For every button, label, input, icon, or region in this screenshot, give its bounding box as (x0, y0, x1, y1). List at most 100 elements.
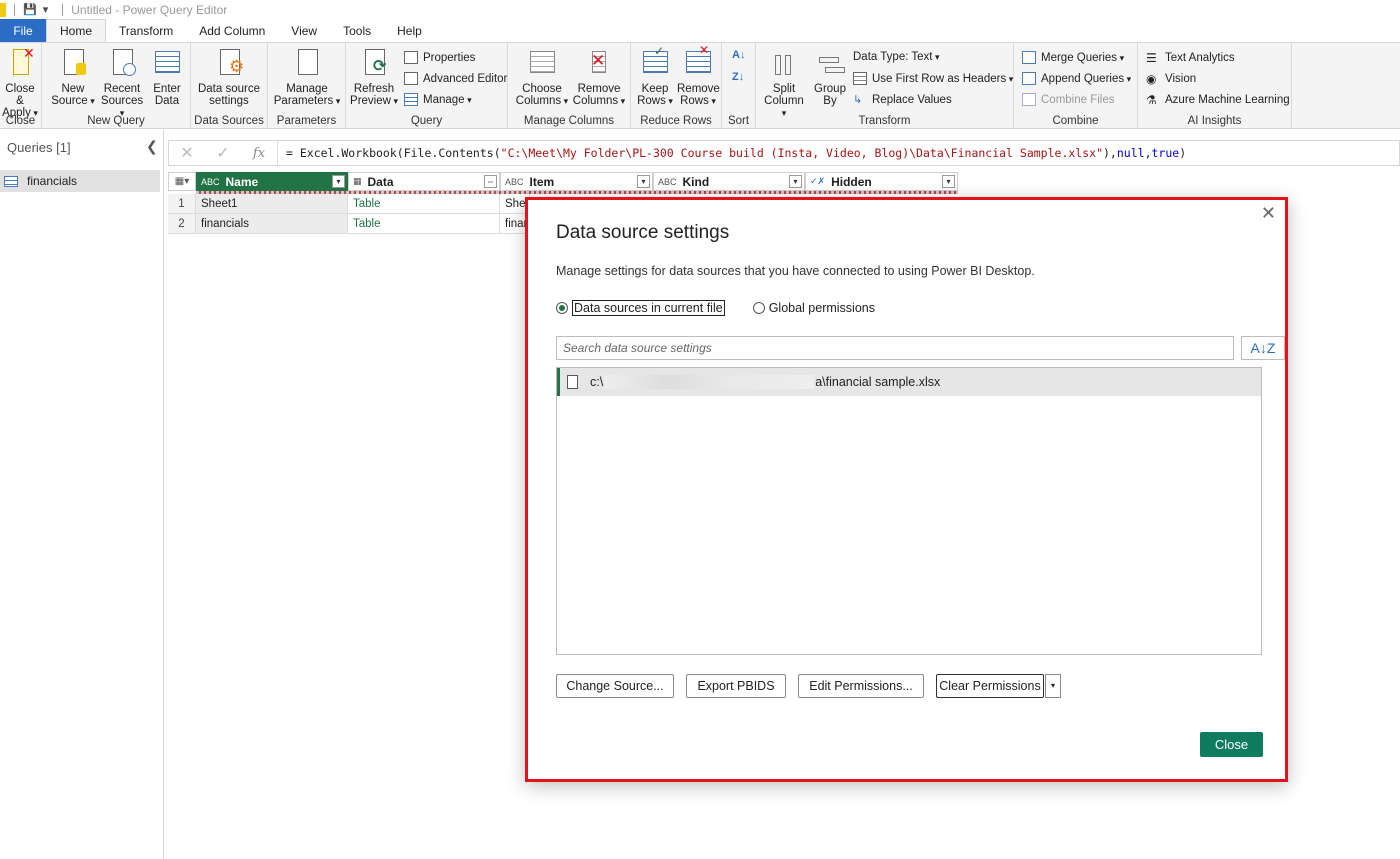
split-column-icon (769, 47, 799, 79)
split-column-button[interactable]: Split Column (762, 47, 806, 119)
export-pbids-button[interactable]: Export PBIDS (686, 674, 786, 698)
clear-permissions-dropdown[interactable]: ▾ (1045, 674, 1061, 698)
data-type-dropdown[interactable]: Data Type: Text (853, 51, 940, 63)
flask-icon: ⚗ (1146, 93, 1157, 107)
radio-global-permissions[interactable] (752, 302, 765, 314)
recent-sources-button[interactable]: Recent Sources (98, 47, 146, 119)
tab-home[interactable]: Home (46, 19, 107, 42)
column-filter-dropdown[interactable]: ▾ (332, 175, 345, 188)
column-filter-dropdown[interactable]: ▾ (637, 175, 650, 188)
parameters-group: Manage Parameters Parameters (268, 43, 346, 129)
sort-button[interactable]: A↓Z (1241, 336, 1285, 360)
text-analytics-button[interactable]: ☰ Text Analytics (1146, 51, 1235, 65)
new-query-group: New Source Recent Sources Enter Data New… (42, 43, 191, 129)
append-queries-button[interactable]: Append Queries (1022, 72, 1131, 85)
sort-descending-icon[interactable]: Z↓ (732, 71, 744, 83)
cancel-formula-icon[interactable]: ✕ (169, 143, 205, 163)
remove-columns-button[interactable]: ✕ Remove Columns (570, 47, 628, 107)
manage-button[interactable]: Manage (404, 93, 472, 106)
azure-ml-button[interactable]: ⚗ Azure Machine Learning (1146, 93, 1290, 107)
radio-global-permissions-label[interactable]: Global permissions (769, 301, 875, 315)
queries-pane: Queries [1] ❮ financials (0, 130, 164, 859)
quick-access-dropdown-icon[interactable]: ▾ (43, 3, 49, 16)
remove-rows-button[interactable]: ✕ Remove Rows (677, 44, 720, 107)
tab-view[interactable]: View (278, 19, 330, 42)
manage-table-icon (404, 93, 418, 106)
formula-input[interactable]: = Excel.Workbook(File.Contents("C:\Meet\… (277, 141, 1186, 165)
formula-bar: ✕ ✓ fx = Excel.Workbook(File.Contents("C… (168, 140, 1400, 166)
text-analytics-icon: ☰ (1146, 51, 1157, 65)
table-cell-link[interactable]: Table (348, 214, 500, 234)
tab-help[interactable]: Help (384, 19, 435, 42)
data-source-list: c:\ a\financial sample.xlsx (556, 367, 1262, 655)
list-item[interactable]: c:\ a\financial sample.xlsx (557, 368, 1261, 396)
fx-icon[interactable]: fx (241, 146, 277, 161)
table-icon (4, 175, 18, 187)
table-headers-icon (853, 72, 867, 85)
radio-current-file-label[interactable]: Data sources in current file (572, 300, 725, 316)
table-cell[interactable]: financials (196, 214, 348, 234)
table-cell-link[interactable]: Table (348, 194, 500, 214)
sort-az-icon: A↓Z (1250, 340, 1276, 356)
data-source-settings-button[interactable]: ⚙ Data source settings (195, 47, 263, 107)
tab-add-column[interactable]: Add Column (186, 19, 278, 42)
group-by-button[interactable]: Group By (810, 47, 850, 107)
table-cell[interactable]: Sheet1 (196, 194, 348, 214)
tab-file[interactable]: File (0, 19, 46, 42)
combine-files-button[interactable]: Combine Files (1022, 93, 1115, 106)
reduce-rows-group-label: Reduce Rows (640, 115, 712, 127)
sort-ascending-icon[interactable]: A↓ (732, 49, 745, 61)
enter-data-button[interactable]: Enter Data (148, 47, 186, 107)
choose-columns-button[interactable]: Choose Columns (514, 47, 570, 107)
manage-columns-group: Choose Columns ✕ Remove Columns Manage C… (508, 43, 631, 129)
manage-parameters-button[interactable]: Manage Parameters (270, 47, 344, 107)
dialog-description: Manage settings for data sources that yo… (556, 264, 1035, 278)
close-icon[interactable]: ✕ (1261, 203, 1276, 224)
clear-permissions-button[interactable]: Clear Permissions (936, 674, 1044, 698)
table-menu-button[interactable]: ▦▾ (168, 172, 196, 191)
manage-columns-group-label: Manage Columns (523, 115, 615, 127)
keep-rows-button[interactable]: ✓ Keep Rows (635, 45, 675, 107)
new-source-button[interactable]: New Source (50, 47, 96, 107)
refresh-preview-button[interactable]: ⟳ Refresh Preview (348, 47, 400, 107)
column-header-data[interactable]: ▦ Data ⇔ (348, 172, 500, 191)
column-header-kind[interactable]: ABC Kind ▾ (653, 172, 805, 191)
query-item-financials[interactable]: financials (0, 170, 160, 192)
search-input[interactable]: Search data source settings (556, 336, 1234, 360)
column-header-item[interactable]: ABC Item ▾ (500, 172, 653, 191)
file-icon (567, 375, 578, 389)
close-button[interactable]: Close (1200, 732, 1263, 757)
merge-queries-button[interactable]: Merge Queries (1022, 51, 1124, 64)
properties-button[interactable]: Properties (404, 51, 475, 64)
eye-icon: ◉ (1146, 72, 1157, 86)
edit-permissions-button[interactable]: Edit Permissions... (798, 674, 924, 698)
change-source-button[interactable]: Change Source... (556, 674, 674, 698)
column-filter-dropdown[interactable]: ▾ (789, 175, 802, 188)
choose-columns-icon (527, 47, 557, 79)
combine-files-icon (1022, 93, 1036, 106)
column-filter-dropdown[interactable]: ▾ (942, 175, 955, 188)
separator (62, 3, 64, 16)
window-title: Untitled - Power Query Editor (71, 2, 228, 17)
replace-values-button[interactable]: ↳ Replace Values (853, 93, 952, 107)
commit-formula-icon[interactable]: ✓ (205, 143, 241, 163)
column-header-name[interactable]: ABC Name ▾ (196, 172, 348, 191)
use-first-row-headers-button[interactable]: Use First Row as Headers (853, 72, 1013, 85)
query-group: ⟳ Refresh Preview Properties Advanced Ed… (346, 43, 508, 129)
collapse-pane-icon[interactable]: ❮ (146, 138, 158, 155)
save-icon[interactable]: 💾 (23, 3, 37, 16)
scope-radio-group: Data sources in current file Global perm… (556, 300, 875, 316)
tab-tools[interactable]: Tools (330, 19, 384, 42)
remove-rows-icon: ✕ (683, 44, 713, 79)
table-menu-icon: ▦▾ (174, 176, 190, 187)
ai-insights-group-label: AI Insights (1187, 115, 1242, 127)
sort-group: A↓ Z↓ Sort (722, 43, 756, 129)
radio-current-file[interactable] (556, 302, 568, 314)
expand-column-icon[interactable]: ⇔ (484, 175, 497, 188)
close-apply-button[interactable]: ✕ Close & Apply (0, 46, 40, 119)
advanced-editor-button[interactable]: Advanced Editor (404, 72, 507, 85)
tab-transform[interactable]: Transform (106, 19, 186, 42)
vision-button[interactable]: ◉ Vision (1146, 72, 1196, 86)
enter-data-icon (152, 47, 182, 79)
column-header-hidden[interactable]: ✓✗ Hidden ▾ (805, 172, 958, 191)
